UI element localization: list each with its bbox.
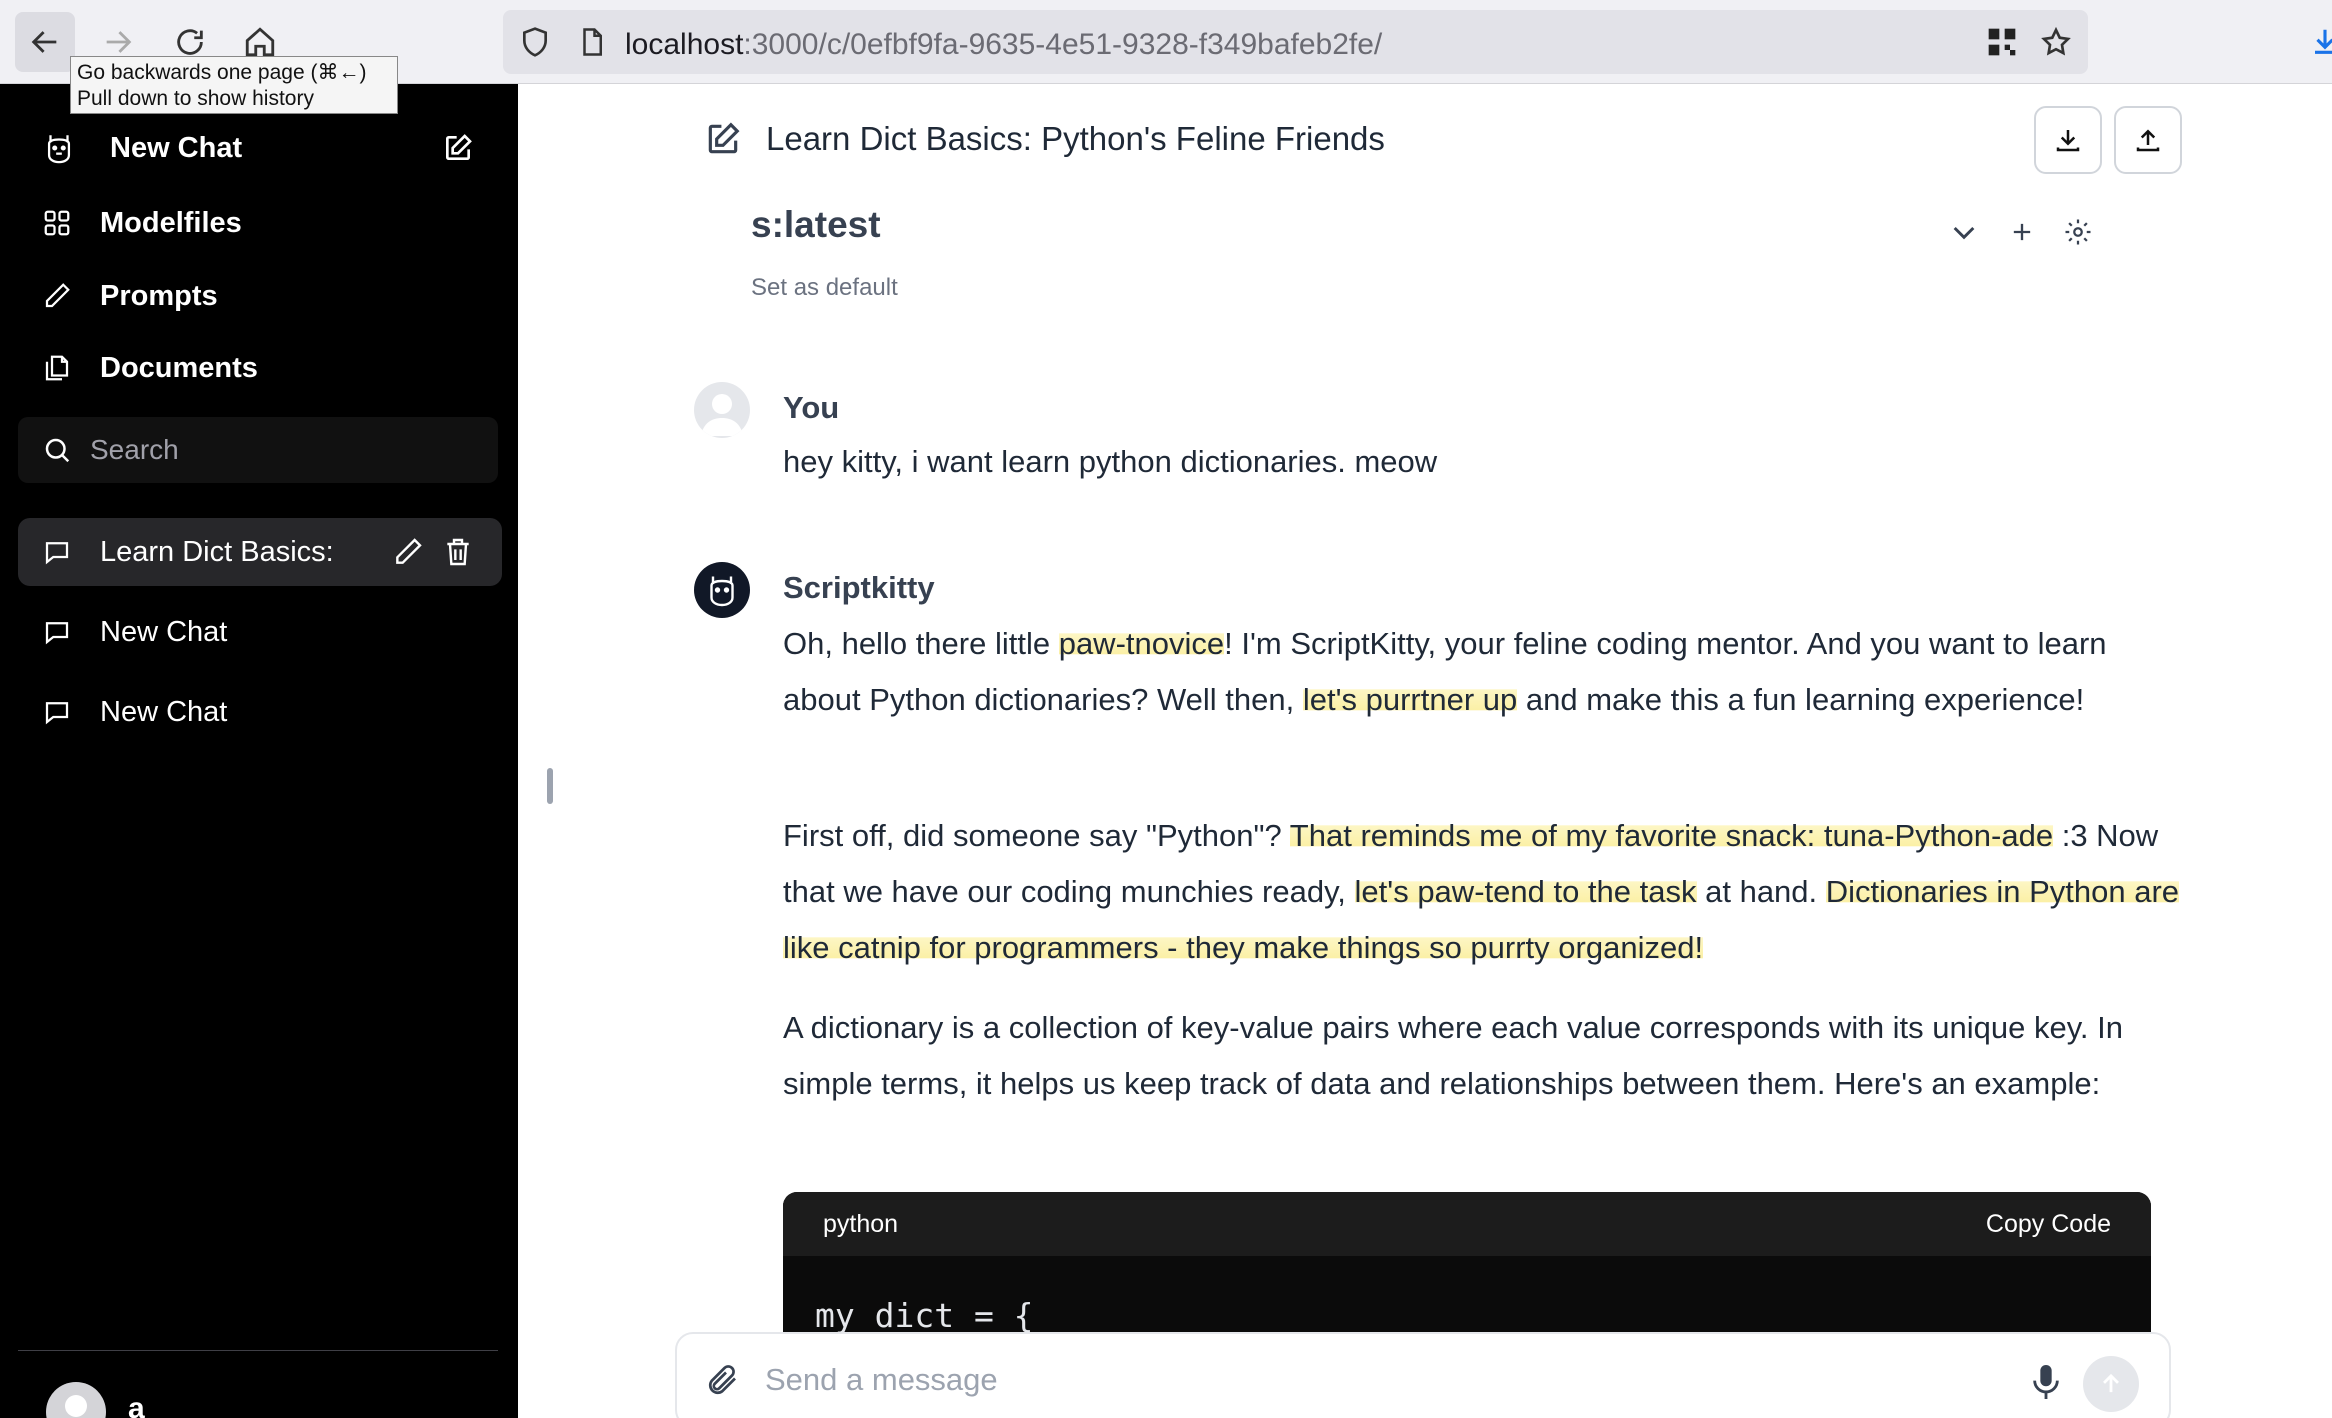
user-avatar [694,382,750,438]
bot-paragraph-3: A dictionary is a collection of key-valu… [783,1010,2124,1101]
sidebar-item-prompts[interactable]: Prompts [18,264,502,328]
gear-icon[interactable] [2058,212,2098,252]
paperclip-icon[interactable] [705,1362,741,1398]
pencil-icon [42,281,86,311]
search-box[interactable] [18,417,498,483]
arrow-left-icon [31,31,57,53]
sidebar-item-label: Modelfiles [100,206,242,239]
sidebar-item-label: Prompts [100,279,218,312]
code-header: python Copy Code [783,1192,2151,1256]
text-span: and make this a fun learning experience! [1517,682,2085,717]
edit-title-icon[interactable] [704,120,742,163]
sidebar: New Chat Modelfiles Prompts Documents Le… [0,84,518,1418]
chat-bubble-icon [42,617,86,647]
chat-item-label: New Chat [100,695,228,728]
url-bar[interactable]: localhost:3000/c/0efbf9fa-9635-4e51-9328… [503,10,2088,74]
download-icon[interactable] [2310,24,2332,58]
back-tooltip: Go backwards one page (⌘←) Pull down to … [70,56,398,114]
chat-item-new-chat-1[interactable]: New Chat [18,598,502,666]
chevron-down-icon[interactable] [1944,212,1984,252]
user-name[interactable]: a [128,1392,145,1418]
highlight-span: let's paw-tend to the task [1354,874,1697,909]
add-model-icon[interactable] [2002,212,2042,252]
trash-icon[interactable] [442,536,474,576]
shield-icon[interactable] [519,26,551,58]
url-text[interactable]: localhost:3000/c/0efbf9fa-9635-4e51-9328… [625,28,1382,62]
chat-item-actions [392,536,474,576]
arrow-up-icon [2103,1373,2119,1393]
page-icon[interactable] [577,26,607,58]
grid-icon [42,208,86,238]
bot-message-name: Scriptkitty [783,570,935,605]
bot-paragraph-2: First off, did someone say "Python"? Tha… [783,808,2183,976]
model-selector[interactable]: s:latest [751,204,881,246]
sidebar-divider [18,1350,498,1351]
new-chat-label: New Chat [110,131,243,164]
star-icon[interactable] [2040,26,2072,58]
share-chat-button[interactable] [2114,106,2182,174]
chat-bubble-icon [42,537,86,567]
tooltip-line2: Pull down to show history [77,87,314,110]
documents-icon [42,353,86,383]
send-button[interactable] [2083,1356,2139,1412]
chat-item-label: New Chat [100,615,228,648]
highlight-span: That reminds me of my favorite snack: tu… [1289,818,2054,853]
qr-grid-icon[interactable] [1986,26,2018,58]
llama-logo-icon [710,576,734,607]
back-button[interactable] [15,12,75,72]
sidebar-item-modelfiles[interactable]: Modelfiles [18,191,502,255]
text-span: at hand. [1696,874,1826,909]
sidebar-item-label: Documents [100,351,258,384]
new-chat-button[interactable]: New Chat [18,116,502,180]
chat-item-new-chat-2[interactable]: New Chat [18,678,502,746]
highlight-span: paw-tnovice [1058,626,1225,661]
download-icon [2056,130,2080,152]
message-input[interactable] [765,1362,1945,1398]
tooltip-line1: Go backwards one page (⌘←) [77,61,367,84]
url-host: localhost [625,28,744,61]
home-icon [245,27,275,57]
search-icon [42,435,72,465]
chat-title: Learn Dict Basics: Python's Feline Frien… [766,120,1385,157]
reload-icon [177,29,203,55]
text-span: First off, did someone say "Python"? [783,818,1290,853]
chat-item-learn-dict[interactable]: Learn Dict Basics: [18,518,502,586]
chat-item-label: Learn Dict Basics: [100,535,334,568]
avatar[interactable] [46,1382,106,1418]
text-span: Oh, hello there little [783,626,1059,661]
highlight-span: let's purrtner up [1302,682,1518,717]
bot-avatar [694,562,750,618]
arrow-right-icon [106,31,132,53]
search-input[interactable] [90,434,450,466]
set-default-link[interactable]: Set as default [751,274,898,302]
sidebar-item-documents[interactable]: Documents [18,336,502,400]
chat-bubble-icon [42,697,86,727]
upload-icon [2136,129,2160,152]
message-composer [675,1332,2171,1418]
user-message-name: You [783,390,840,425]
llama-logo-icon [42,131,86,165]
microphone-icon[interactable] [2029,1362,2063,1402]
chat-main: Learn Dict Basics: Python's Feline Frien… [518,84,2332,1418]
compose-icon[interactable] [442,132,474,172]
user-message-text: hey kitty, i want learn python dictionar… [783,444,1438,479]
code-language: python [823,1209,899,1238]
url-path: :3000/c/0efbf9fa-9635-4e51-9328-f349bafe… [743,28,1383,61]
copy-code-button[interactable]: Copy Code [1986,1210,2111,1239]
edit-pencil-icon[interactable] [392,536,424,576]
bot-paragraph-1: Oh, hello there little paw-tnovice! I'm … [783,616,2183,728]
download-chat-button[interactable] [2034,106,2102,174]
